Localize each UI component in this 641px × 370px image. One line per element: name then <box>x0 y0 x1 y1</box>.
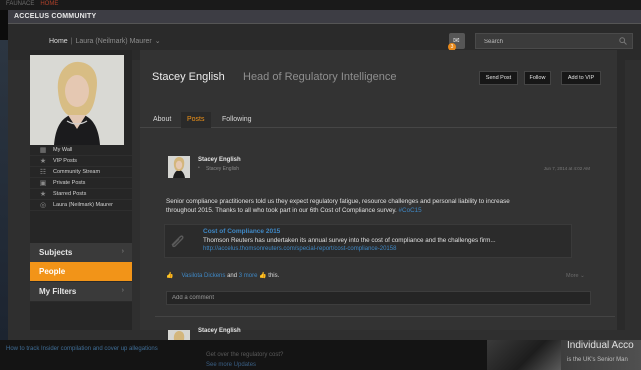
wall-icon: ▦ <box>39 147 47 154</box>
like-small-icon: 👍 <box>259 273 267 279</box>
search-icon[interactable] <box>619 37 627 45</box>
star-icon: ★ <box>39 191 47 198</box>
next-post-author[interactable]: Stacey English <box>198 328 241 334</box>
tab-following[interactable]: Following <box>220 112 254 128</box>
follow-button[interactable]: Follow <box>524 71 551 85</box>
chevron-down-icon: ⌄ <box>580 273 585 279</box>
post-text-line-2: throughout 2015. Thanks to all who took … <box>166 207 397 214</box>
next-post-avatar[interactable] <box>168 330 190 340</box>
background-snippet: Get over the regulatory cost? <box>206 352 284 358</box>
notifications-button[interactable]: ✉ 3 <box>448 33 465 51</box>
profile-header: Stacey English Head of Regulatory Intell… <box>140 55 610 95</box>
post-handle[interactable]: Stacey English <box>206 166 239 172</box>
profile-title: Head of Regulatory Intelligence <box>243 71 397 83</box>
sidebar-item-my-wall[interactable]: ▦ My Wall <box>30 145 132 156</box>
section-label: People <box>39 267 66 276</box>
sidebar-section-subjects[interactable]: Subjects › <box>30 243 132 263</box>
add-to-vip-button[interactable]: Add to VIP <box>561 71 601 85</box>
star-icon: ★ <box>39 158 47 165</box>
link-description: Thomson Reuters has undertaken its annua… <box>203 237 496 244</box>
send-post-button[interactable]: Send Post <box>479 71 518 85</box>
lock-icon: ▣ <box>39 180 47 187</box>
sidebar-item-vip-posts[interactable]: ★ VIP Posts <box>30 156 132 167</box>
search-box[interactable] <box>475 33 633 49</box>
likes-line: 👍 Vasilota Dickens and 3 more 👍 this. <box>166 272 279 279</box>
post-date: Jun 7, 2014 at 4:02 AM <box>543 166 590 171</box>
background-home-link[interactable]: HOME <box>40 1 58 7</box>
background-brand: FAUNACE <box>6 1 35 7</box>
like-icon[interactable]: 👍 <box>166 273 173 279</box>
sidebar-item-label: My Wall <box>53 147 73 153</box>
profile-tabs: About Posts Following <box>140 112 625 128</box>
more-menu[interactable]: More ⌄ <box>566 273 585 279</box>
background-see-more-link[interactable]: See more Updates <box>206 362 256 368</box>
tab-posts[interactable]: Posts <box>181 112 211 128</box>
user-icon: ◎ <box>39 202 47 209</box>
comment-input[interactable] <box>172 293 572 303</box>
sidebar-item-label: Starred Posts <box>53 191 87 197</box>
background-article-link[interactable]: How to track Insider compilation and cov… <box>6 346 158 352</box>
breadcrumb-home[interactable]: Home <box>49 38 68 45</box>
link-preview-card[interactable]: Cost of Compliance 2015 Thomson Reuters … <box>164 224 572 258</box>
sidebar-section-people[interactable]: People <box>30 262 132 282</box>
post-author-avatar[interactable] <box>168 156 190 178</box>
sidebar-item-label: Community Stream <box>53 169 101 175</box>
post-hashtag[interactable]: #CoC15 <box>399 207 422 214</box>
paperclip-icon <box>171 235 184 248</box>
sidebar-menu: ▦ My Wall ★ VIP Posts ☷ Community Stream… <box>30 145 132 211</box>
section-label: My Filters <box>39 287 77 296</box>
chevron-right-icon: › <box>121 248 124 255</box>
window-title: ACCELUS COMMUNITY <box>14 13 97 20</box>
link-url[interactable]: http://accelus.thomsonreuters.com/specia… <box>203 246 396 252</box>
sidebar-section-my-filters[interactable]: My Filters › <box>30 282 132 302</box>
likes-and: and <box>227 273 238 279</box>
search-input[interactable] <box>484 36 604 47</box>
liker-name[interactable]: Vasilota Dickens <box>181 273 225 279</box>
link-title[interactable]: Cost of Compliance 2015 <box>203 228 280 235</box>
breadcrumb-separator: | <box>70 38 73 45</box>
scrollbar[interactable] <box>617 50 625 330</box>
sidebar-item-community-stream[interactable]: ☷ Community Stream <box>30 167 132 178</box>
side-panel-title: Individual Acco <box>567 340 634 351</box>
stream-icon: ☷ <box>39 169 47 176</box>
post-text-line-1: Senior compliance practitioners told us … <box>166 198 510 205</box>
sidebar-item-user[interactable]: ◎ Laura (Neilmark) Maurer <box>30 200 132 211</box>
profile-photo <box>30 55 124 145</box>
more-menu-label: More <box>566 273 579 279</box>
profile-name: Stacey English <box>152 71 225 83</box>
chevron-right-icon: › <box>121 287 124 294</box>
pin-icon: • <box>198 165 200 171</box>
window-title-bar: ACCELUS COMMUNITY <box>8 10 641 24</box>
sidebar-item-label: Laura (Neilmark) Maurer <box>53 202 113 208</box>
chevron-down-icon[interactable]: ⌄ <box>155 38 161 45</box>
breadcrumb: Home | Laura (Neilmark) Maurer ⌄ <box>49 37 161 45</box>
side-panel-subtitle: is the UK's Senior Man <box>567 357 628 363</box>
likes-suffix: this. <box>268 273 280 279</box>
comment-box[interactable] <box>166 291 591 305</box>
sidebar-item-private-posts[interactable]: ▣ Private Posts <box>30 178 132 189</box>
sidebar-item-label: VIP Posts <box>53 158 78 164</box>
post-divider <box>155 316 615 317</box>
post-author[interactable]: Stacey English <box>198 157 241 163</box>
breadcrumb-current[interactable]: Laura (Neilmark) Maurer <box>76 38 152 45</box>
likes-more-link[interactable]: 3 more <box>239 273 258 279</box>
tab-about[interactable]: About <box>151 112 173 128</box>
background-header: FAUNACE HOME <box>0 0 641 10</box>
sidebar-item-label: Private Posts <box>53 180 86 186</box>
sidebar-item-starred-posts[interactable]: ★ Starred Posts <box>30 189 132 200</box>
section-label: Subjects <box>39 248 73 257</box>
